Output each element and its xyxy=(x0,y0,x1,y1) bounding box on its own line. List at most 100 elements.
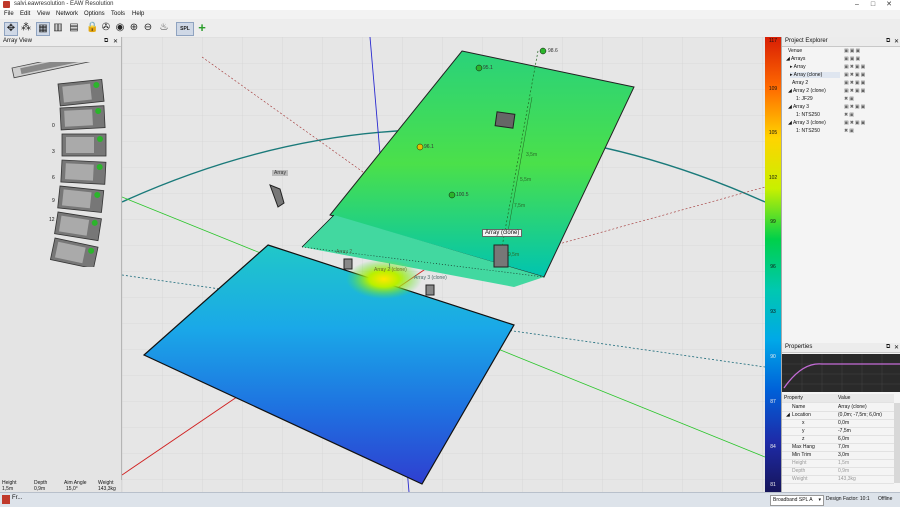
tree-row-icons[interactable]: ✖▣ xyxy=(844,128,855,134)
tree-item-label: Array xyxy=(793,64,806,70)
tree-row-icons[interactable]: ✖▣ xyxy=(844,112,855,118)
menu-options[interactable]: Options xyxy=(84,11,105,17)
scale-tick: 81 xyxy=(770,482,776,488)
tree-item-label: Array 3 (clone) xyxy=(792,120,826,126)
bar-graph-icon[interactable]: ▥ xyxy=(52,22,64,34)
tree-row-icons[interactable]: ▣▣▣ xyxy=(844,48,861,54)
zoom-out-icon[interactable]: ⊖ xyxy=(142,22,154,34)
tree-row-icons[interactable]: ▣✖▣▣ xyxy=(844,120,866,126)
scale-tick: 105 xyxy=(768,130,778,136)
property-column: Property xyxy=(784,395,803,401)
dock-icon[interactable]: ⧉ xyxy=(886,38,890,45)
project-explorer-title: Project Explorer xyxy=(785,38,828,44)
tree-item-array-3[interactable]: ◢ Array 3 xyxy=(788,104,809,110)
taskbar-item[interactable]: Fr... xyxy=(12,495,22,501)
menu-help[interactable]: Help xyxy=(132,11,144,17)
scale-tick: 117 xyxy=(769,38,777,44)
microphone-icon[interactable]: ♨ xyxy=(158,22,170,34)
start-icon[interactable] xyxy=(2,495,10,504)
tree-row-icons[interactable]: ▣✖▣▣ xyxy=(844,72,866,78)
network-icon[interactable]: ⁂ xyxy=(20,22,32,34)
distance-label: 5,5m xyxy=(520,177,532,183)
3d-viewport[interactable]: 98.6 95.1 96.1 100.5 Array Array (clone)… xyxy=(122,37,765,492)
tree-item-array[interactable]: ▸ Array xyxy=(790,64,806,70)
minimize-icon[interactable]: – xyxy=(850,0,864,10)
maximize-icon[interactable]: □ xyxy=(866,0,880,10)
spl-mode-select[interactable]: Broadband SPL A ▾ xyxy=(770,495,824,506)
tree-row-icons[interactable]: ✖▣ xyxy=(844,96,855,102)
tree-row-icons[interactable]: ▣✖▣▣ xyxy=(844,88,866,94)
angle-label: 9 xyxy=(52,198,55,204)
app-icon xyxy=(3,1,10,8)
scale-tick: 102 xyxy=(768,175,778,181)
tree-row-icons[interactable]: ▣✖▣▣ xyxy=(844,80,866,86)
tree-item-label: Arrays xyxy=(790,56,806,62)
tree-item-array-2[interactable]: Array 2 xyxy=(792,80,808,86)
orbit-icon[interactable]: ✇ xyxy=(100,22,112,34)
menu-bar: File Edit View Network Options Tools Hel… xyxy=(0,10,900,19)
tree-item-array-3-clone[interactable]: ◢ Array 3 (clone) xyxy=(788,120,826,126)
menu-tools[interactable]: Tools xyxy=(111,11,125,17)
project-explorer-header: Project Explorer ⧉ ✕ xyxy=(782,37,900,47)
array-view-title: Array View xyxy=(3,38,32,44)
dock-icon[interactable]: ⧉ xyxy=(104,38,108,45)
array-tag[interactable]: Array xyxy=(272,170,288,176)
tree-item-arrays[interactable]: ◢ Arrays xyxy=(786,56,805,62)
tree-item-array-2-clone[interactable]: ◢ Array 2 (clone) xyxy=(788,88,826,94)
panel-close-icon[interactable]: ✕ xyxy=(894,38,899,45)
array-2-tag[interactable]: Array 2 xyxy=(336,249,352,255)
tree-row-icons[interactable]: ▣▣▣ xyxy=(844,56,861,62)
array-2-clone-tag[interactable]: Array 2 (clone) xyxy=(374,267,407,273)
array-3-object[interactable] xyxy=(425,284,435,296)
cabinet-stack xyxy=(49,78,107,267)
speaker-box[interactable] xyxy=(494,111,516,129)
tree-item-nts250[interactable]: 1: NTS250 xyxy=(796,112,820,118)
array-view-icon[interactable]: ▦ xyxy=(36,22,50,36)
angle-label: 3 xyxy=(52,149,55,155)
tree-row-icons[interactable]: ▣✖▣▣ xyxy=(844,104,866,110)
select-tool-icon[interactable]: ✥ xyxy=(4,22,18,36)
menu-view[interactable]: View xyxy=(37,11,50,17)
menu-edit[interactable]: Edit xyxy=(20,11,30,17)
design-factor: Design Factor: 10:1 xyxy=(826,496,870,502)
marker[interactable] xyxy=(539,47,547,55)
marker-label: 95.1 xyxy=(483,65,493,71)
chart-icon[interactable]: ▤ xyxy=(68,22,80,34)
add-icon[interactable]: + xyxy=(196,21,208,34)
close-icon[interactable]: ✕ xyxy=(882,0,896,10)
array-2-object[interactable] xyxy=(343,258,353,270)
array-view-header: Array View ⧉ ✕ xyxy=(0,37,121,47)
properties-scrollbar[interactable] xyxy=(894,403,900,483)
array-3-clone-tag[interactable]: Array 3 (clone) xyxy=(414,275,447,281)
tree-item-venue[interactable]: Venue xyxy=(788,48,802,54)
angle-label: 12 xyxy=(49,217,55,223)
viewport-canvas[interactable] xyxy=(122,37,765,492)
zoom-in-icon[interactable]: ⊕ xyxy=(128,22,140,34)
angle-label: 0 xyxy=(52,123,55,129)
tree-row-icons[interactable]: ▣✖▣▣ xyxy=(844,64,866,70)
tree-item-array-clone[interactable]: ▸ Array (clone) xyxy=(790,72,840,78)
menu-file[interactable]: File xyxy=(4,11,14,17)
array-clone-object[interactable] xyxy=(493,244,509,268)
window-title: salvi.eawresolution - EAW Resolution xyxy=(14,1,114,7)
menu-network[interactable]: Network xyxy=(56,11,78,17)
eye-icon[interactable]: ◉ xyxy=(114,22,126,34)
tree-item-label: Array 3 xyxy=(792,104,810,110)
scale-tick: 96 xyxy=(770,264,776,270)
spl-button[interactable]: SPL xyxy=(176,22,194,36)
panel-close-icon[interactable]: ✕ xyxy=(894,344,899,351)
marker[interactable] xyxy=(416,143,424,151)
array-diagram[interactable] xyxy=(0,62,121,267)
distance-label: 9,5m xyxy=(508,252,520,258)
panel-close-icon[interactable]: ✕ xyxy=(113,38,118,45)
tree-item-label: Array 2 (clone) xyxy=(792,88,826,94)
tree-item-nts250[interactable]: 1: NTS250 xyxy=(796,128,820,134)
marker[interactable] xyxy=(448,191,456,199)
lock-icon[interactable]: 🔒 xyxy=(86,22,98,34)
scale-tick: 109 xyxy=(768,86,778,92)
marker[interactable] xyxy=(475,64,483,72)
response-graph xyxy=(782,354,900,392)
array-clone-tag[interactable]: Array (clone) xyxy=(482,229,523,237)
dock-icon[interactable]: ⧉ xyxy=(886,344,890,351)
tree-item-jf29[interactable]: 1: JF29 xyxy=(796,96,813,102)
